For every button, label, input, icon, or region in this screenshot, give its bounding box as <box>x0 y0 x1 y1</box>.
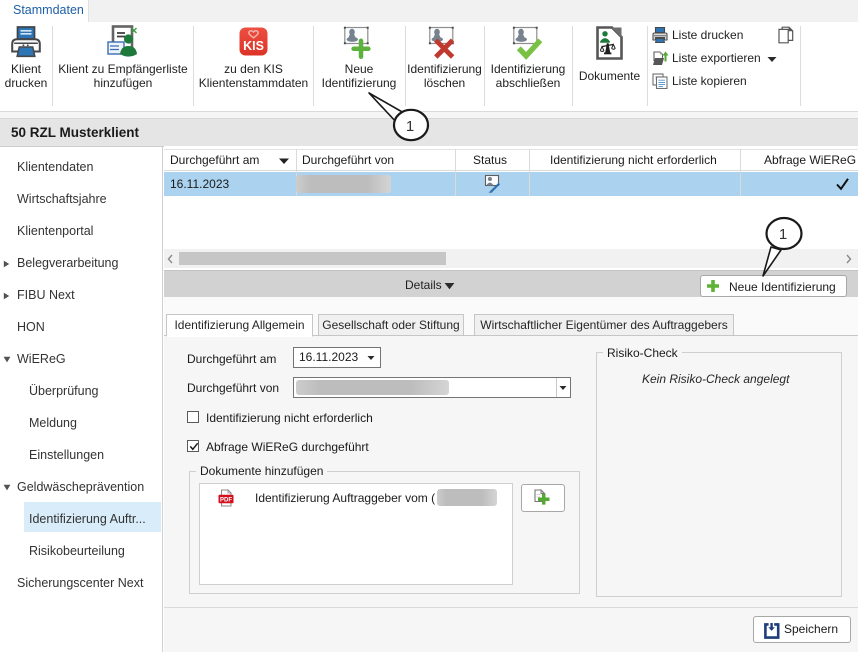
svg-text:PDF: PDF <box>220 497 232 503</box>
svg-text:KIS: KIS <box>243 39 264 53</box>
